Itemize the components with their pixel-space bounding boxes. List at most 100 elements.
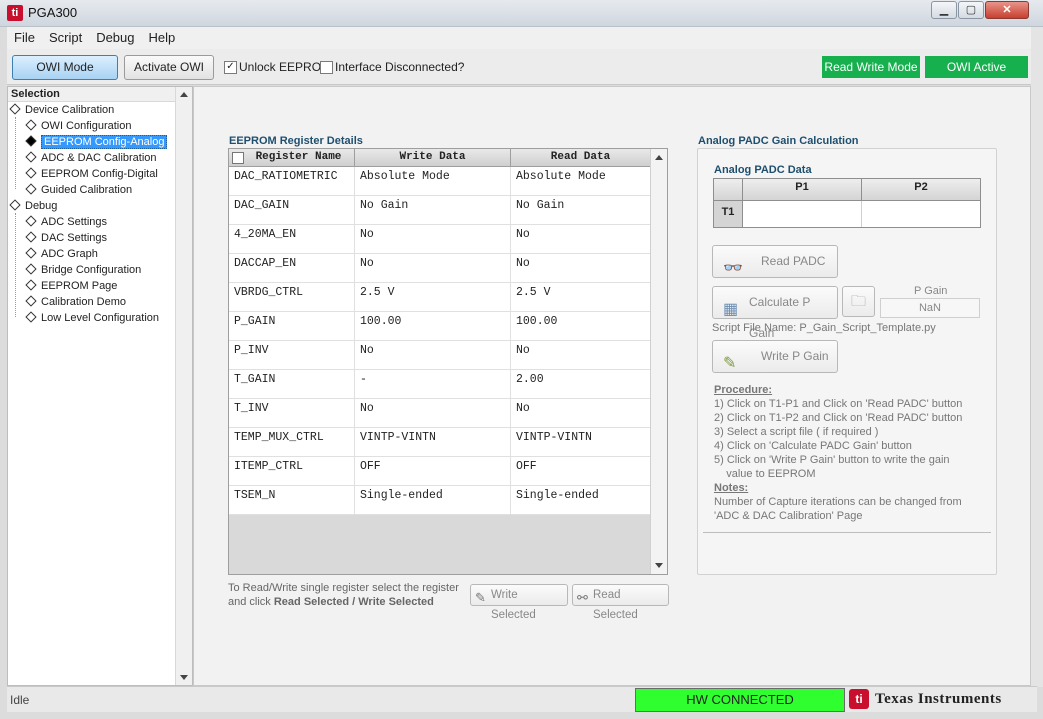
padc-cell-t1-p2[interactable] <box>862 201 980 227</box>
p-gain-value: NaN <box>880 298 980 318</box>
write-data-cell[interactable]: VINTP-VINTN <box>355 428 511 456</box>
scroll-down-icon[interactable] <box>180 675 188 680</box>
sidebar-item-guided-calibration[interactable]: Guided Calibration <box>25 183 132 196</box>
menu-file[interactable]: File <box>7 27 42 48</box>
write-data-cell[interactable]: No <box>355 254 511 282</box>
table-row[interactable]: 4_20MA_EN No No <box>229 225 651 254</box>
write-data-cell[interactable]: Absolute Mode <box>355 167 511 195</box>
sidebar-item-low-level-configuration[interactable]: Low Level Configuration <box>25 311 159 324</box>
write-data-cell[interactable]: OFF <box>355 457 511 485</box>
grid-scrollbar[interactable] <box>650 149 667 574</box>
tree-group-device-calibration[interactable]: Device Calibration <box>9 103 114 116</box>
folder-icon[interactable]: 🗀 <box>842 286 875 317</box>
register-name-cell[interactable]: DAC_RATIOMETRIC <box>229 167 355 195</box>
sidebar-item-eeprom-config-analog[interactable]: EEPROM Config-Analog <box>25 135 168 149</box>
table-row[interactable]: P_GAIN 100.00 100.00 <box>229 312 651 341</box>
menu-script[interactable]: Script <box>42 27 89 48</box>
close-icon[interactable]: ✕ <box>985 1 1029 19</box>
scroll-up-icon[interactable] <box>655 155 663 160</box>
table-row[interactable]: T_INV No No <box>229 399 651 428</box>
write-data-cell[interactable]: No <box>355 399 511 427</box>
maximize-icon[interactable]: ▢ <box>958 1 984 19</box>
register-name-cell[interactable]: DAC_GAIN <box>229 196 355 224</box>
column-header-register-name[interactable]: Register Name <box>229 149 355 166</box>
read-data-cell[interactable]: No <box>511 399 651 427</box>
activate-owi-button[interactable]: Activate OWI <box>124 55 214 80</box>
owi-mode-button[interactable]: OWI Mode <box>12 55 118 80</box>
diamond-icon <box>25 279 37 291</box>
minimize-icon[interactable]: ▁ <box>931 1 957 19</box>
table-row[interactable]: ITEMP_CTRL OFF OFF <box>229 457 651 486</box>
scroll-up-icon[interactable] <box>180 92 188 97</box>
sidebar-item-dac-settings[interactable]: DAC Settings <box>25 231 107 244</box>
register-name-cell[interactable]: P_GAIN <box>229 312 355 340</box>
table-row[interactable]: DAC_GAIN No Gain No Gain <box>229 196 651 225</box>
read-data-cell[interactable]: OFF <box>511 457 651 485</box>
table-row[interactable]: TEMP_MUX_CTRL VINTP-VINTN VINTP-VINTN <box>229 428 651 457</box>
menu-help[interactable]: Help <box>142 27 183 48</box>
padc-data-table[interactable]: P1 P2 T1 <box>713 178 981 228</box>
menu-debug[interactable]: Debug <box>89 27 141 48</box>
interface-disconnected-checkbox[interactable] <box>320 61 333 74</box>
register-name-cell[interactable]: T_INV <box>229 399 355 427</box>
read-selected-button[interactable]: ⚯ Read Selected <box>572 584 669 621</box>
register-name-cell[interactable]: TSEM_N <box>229 486 355 514</box>
sidebar-item-adc-dac-calibration[interactable]: ADC & DAC Calibration <box>25 151 157 164</box>
read-data-cell[interactable]: VINTP-VINTN <box>511 428 651 456</box>
padc-cell-t1-p1[interactable] <box>743 201 862 227</box>
table-row[interactable]: TSEM_N Single-ended Single-ended <box>229 486 651 515</box>
procedure-step: 1) Click on T1-P1 and Click on 'Read PAD… <box>714 398 963 410</box>
padc-section-title: Analog PADC Gain Calculation <box>698 135 859 147</box>
write-data-cell[interactable]: - <box>355 370 511 398</box>
read-data-cell[interactable]: 100.00 <box>511 312 651 340</box>
read-data-cell[interactable]: 2.5 V <box>511 283 651 311</box>
read-data-cell[interactable]: No <box>511 225 651 253</box>
write-data-cell[interactable]: 100.00 <box>355 312 511 340</box>
write-data-cell[interactable]: No <box>355 341 511 369</box>
register-name-cell[interactable]: DACCAP_EN <box>229 254 355 282</box>
tree-group-debug[interactable]: Debug <box>9 199 57 212</box>
register-name-cell[interactable]: TEMP_MUX_CTRL <box>229 428 355 456</box>
sidebar-item-eeprom-config-digital[interactable]: EEPROM Config-Digital <box>25 167 158 180</box>
register-name-cell[interactable]: ITEMP_CTRL <box>229 457 355 485</box>
read-write-mode-indicator[interactable]: Read Write Mode <box>822 56 920 78</box>
read-data-cell[interactable]: 2.00 <box>511 370 651 398</box>
write-selected-button[interactable]: ✎ Write Selected <box>470 584 568 621</box>
write-data-cell[interactable]: No Gain <box>355 196 511 224</box>
read-data-cell[interactable]: Absolute Mode <box>511 167 651 195</box>
calculate-p-gain-button[interactable]: ▦ Calculate P Gain <box>712 286 838 340</box>
column-header-read-data[interactable]: Read Data <box>511 149 651 166</box>
table-row[interactable]: DACCAP_EN No No <box>229 254 651 283</box>
sidebar-item-owi-configuration[interactable]: OWI Configuration <box>25 119 131 132</box>
write-p-gain-button[interactable]: ✎ Write P Gain <box>712 340 838 373</box>
column-header-write-data[interactable]: Write Data <box>355 149 511 166</box>
write-data-cell[interactable]: Single-ended <box>355 486 511 514</box>
sidebar-item-adc-settings[interactable]: ADC Settings <box>25 215 107 228</box>
unlock-eeprom-checkbox[interactable]: ✓ <box>224 61 237 74</box>
write-data-cell[interactable]: 2.5 V <box>355 283 511 311</box>
table-row[interactable]: T_GAIN -2.00 <box>229 370 651 399</box>
register-name-cell[interactable]: T_GAIN <box>229 370 355 398</box>
register-name-cell[interactable]: 4_20MA_EN <box>229 225 355 253</box>
table-row[interactable]: VBRDG_CTRL 2.5 V 2.5 V <box>229 283 651 312</box>
sidebar-item-eeprom-page[interactable]: EEPROM Page <box>25 279 117 292</box>
sidebar-item-calibration-demo[interactable]: Calibration Demo <box>25 295 126 308</box>
read-padc-button[interactable]: 👓 Read PADC <box>712 245 838 278</box>
read-data-cell[interactable]: No <box>511 341 651 369</box>
select-all-checkbox[interactable] <box>232 152 244 164</box>
read-data-cell[interactable]: Single-ended <box>511 486 651 514</box>
write-data-cell[interactable]: No <box>355 225 511 253</box>
diamond-icon <box>25 295 37 307</box>
sidebar-scrollbar[interactable] <box>175 87 192 685</box>
register-name-cell[interactable]: VBRDG_CTRL <box>229 283 355 311</box>
eeprom-register-grid[interactable]: Register Name Write Data Read Data DAC_R… <box>228 148 668 575</box>
table-row[interactable]: DAC_RATIOMETRIC Absolute Mode Absolute Mod… <box>229 167 651 196</box>
table-row[interactable]: P_INV No No <box>229 341 651 370</box>
sidebar-item-bridge-configuration[interactable]: Bridge Configuration <box>25 263 141 276</box>
owi-active-indicator[interactable]: OWI Active <box>925 56 1028 78</box>
read-data-cell[interactable]: No Gain <box>511 196 651 224</box>
read-data-cell[interactable]: No <box>511 254 651 282</box>
register-name-cell[interactable]: P_INV <box>229 341 355 369</box>
sidebar-item-adc-graph[interactable]: ADC Graph <box>25 247 98 260</box>
scroll-down-icon[interactable] <box>655 563 663 568</box>
